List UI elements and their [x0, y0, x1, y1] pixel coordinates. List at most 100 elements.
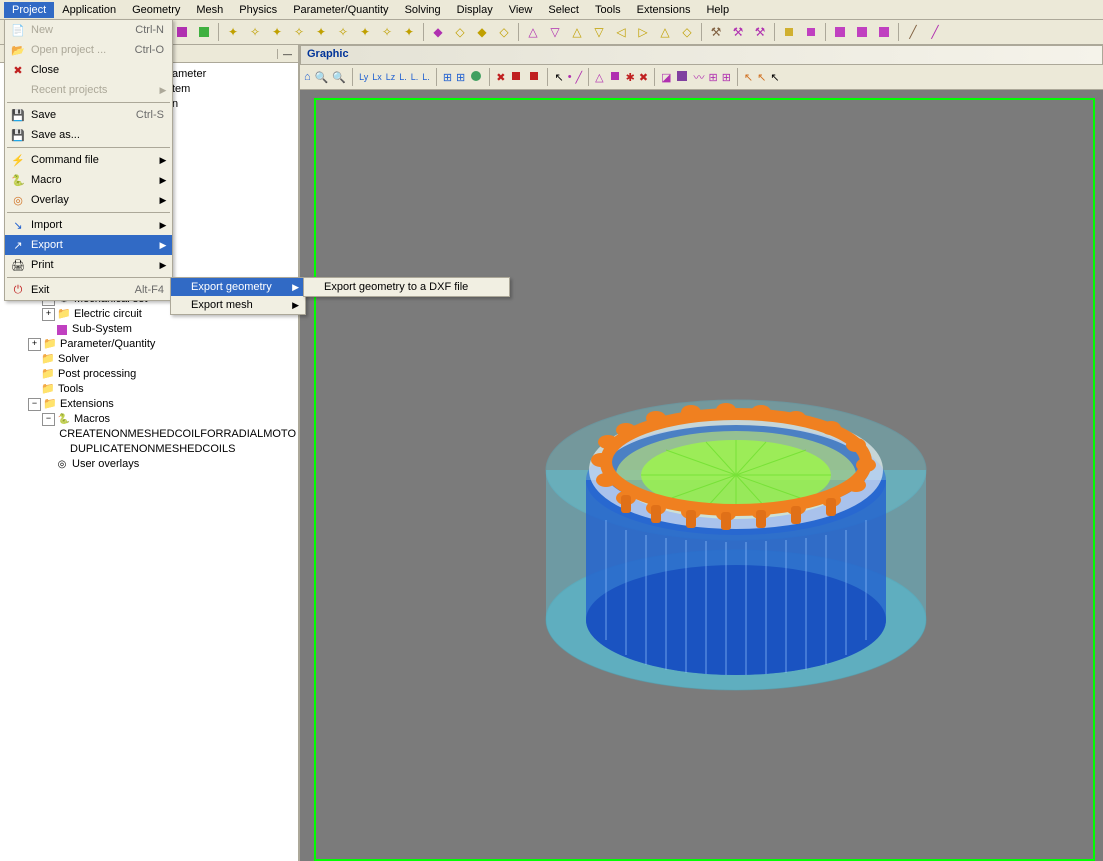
purple-shape2-button[interactable]: [675, 69, 689, 86]
toolbar-spark3[interactable]: ✦: [267, 22, 287, 42]
toolbar-line2[interactable]: ╱: [925, 22, 945, 42]
tree-macros[interactable]: −🐍Macros: [2, 412, 296, 427]
axis-lz-button[interactable]: Lz: [386, 72, 396, 82]
menu-print[interactable]: 🖨 Print ▶: [5, 255, 172, 275]
gridp2-button[interactable]: ⊞: [722, 71, 731, 84]
toolbar-shape2[interactable]: [194, 22, 214, 42]
gridp1-button[interactable]: ⊞: [708, 71, 717, 84]
toolbar-geom4[interactable]: ◇: [494, 22, 514, 42]
submenu-export-dxf[interactable]: Export geometry to a DXF file: [304, 278, 509, 296]
toolbar-tri5[interactable]: ◁: [611, 22, 631, 42]
purple-tri-button[interactable]: △: [595, 71, 603, 84]
view-home-button[interactable]: ⌂: [304, 71, 311, 83]
expand-icon[interactable]: +: [28, 338, 41, 351]
cross-button[interactable]: ✖: [639, 71, 648, 84]
menu-project[interactable]: Project: [4, 2, 54, 18]
grid1-button[interactable]: ⊞: [443, 71, 452, 84]
toolbar-geom3[interactable]: ◆: [472, 22, 492, 42]
purple-cube-button[interactable]: [608, 69, 622, 86]
toolbar-spark4[interactable]: ✧: [289, 22, 309, 42]
tree-extensions[interactable]: −Extensions: [2, 397, 296, 412]
menu-close[interactable]: ✖ Close: [5, 60, 172, 80]
menu-macro[interactable]: 🐍 Macro ▶: [5, 170, 172, 190]
toolbar-geom2[interactable]: ◇: [450, 22, 470, 42]
axis-lx-button[interactable]: Lx: [372, 72, 382, 82]
toolbar-box2[interactable]: [852, 22, 872, 42]
point-button[interactable]: •: [568, 71, 572, 83]
tree-macro-1[interactable]: CREATENONMESHEDCOILFORRADIALMOTO: [2, 427, 296, 442]
menu-solving[interactable]: Solving: [397, 2, 449, 18]
menu-select[interactable]: Select: [540, 2, 587, 18]
toolbar-spark6[interactable]: ✧: [333, 22, 353, 42]
menu-display[interactable]: Display: [449, 2, 501, 18]
submenu-export-mesh[interactable]: Export mesh ▶: [171, 296, 305, 314]
axis-l3-button[interactable]: L.: [422, 72, 430, 82]
menu-exit[interactable]: ⏻ Exit Alt-F4: [5, 280, 172, 300]
toolbar-hammer1[interactable]: ⚒: [706, 22, 726, 42]
collapse-left-panel-button[interactable]: —: [277, 49, 298, 59]
toolbar-cube1[interactable]: [779, 22, 799, 42]
menu-geometry[interactable]: Geometry: [124, 2, 188, 18]
tree-parameter-quantity[interactable]: +Parameter/Quantity: [2, 337, 296, 352]
menu-extensions[interactable]: Extensions: [629, 2, 699, 18]
purple-shape1-button[interactable]: ◪: [661, 71, 671, 84]
cancel-button[interactable]: ✖: [496, 71, 505, 84]
toolbar-shape1[interactable]: [172, 22, 192, 42]
axis-l2-button[interactable]: L.: [411, 72, 419, 82]
cursor3-button[interactable]: ↖: [770, 71, 779, 84]
toolbar-box1[interactable]: [830, 22, 850, 42]
toolbar-tri1[interactable]: △: [523, 22, 543, 42]
toolbar-tri4[interactable]: ▽: [589, 22, 609, 42]
menu-tools[interactable]: Tools: [587, 2, 629, 18]
toolbar-tri3[interactable]: △: [567, 22, 587, 42]
cursor1-button[interactable]: ↖: [744, 71, 753, 84]
toolbar-spark1[interactable]: ✦: [223, 22, 243, 42]
menu-new[interactable]: 📄 New Ctrl-N: [5, 20, 172, 40]
toolbar-hammer3[interactable]: ⚒: [750, 22, 770, 42]
collapse-icon[interactable]: −: [42, 413, 55, 426]
menu-command-file[interactable]: ⚡ Command file ▶: [5, 150, 172, 170]
toolbar-spark9[interactable]: ✦: [399, 22, 419, 42]
tree-macro-2[interactable]: DUPLICATENONMESHEDCOILS: [2, 442, 296, 457]
toolbar-geom1[interactable]: ◆: [428, 22, 448, 42]
red-cube2-button[interactable]: [527, 69, 541, 86]
submenu-export-geometry[interactable]: Export geometry ▶: [171, 278, 305, 296]
zoom-fit-button[interactable]: 🔍: [315, 71, 329, 84]
axis-ly-button[interactable]: Ly: [359, 72, 368, 82]
menu-overlay[interactable]: ◎ Overlay ▶: [5, 190, 172, 210]
menu-open-project[interactable]: 📂 Open project ... Ctrl-O: [5, 40, 172, 60]
toolbar-tri6[interactable]: ▷: [633, 22, 653, 42]
toolbar-cube2[interactable]: [801, 22, 821, 42]
toolbar-spark7[interactable]: ✦: [355, 22, 375, 42]
menu-parameter-quantity[interactable]: Parameter/Quantity: [285, 2, 396, 18]
menu-save-as[interactable]: 💾 Save as...: [5, 125, 172, 145]
menu-mesh[interactable]: Mesh: [188, 2, 231, 18]
axis-l1-button[interactable]: L.: [399, 72, 407, 82]
menu-export[interactable]: ↗ Export ▶: [5, 235, 172, 255]
red-cube1-button[interactable]: [509, 69, 523, 86]
grid2-button[interactable]: ⊞: [456, 71, 465, 84]
menu-help[interactable]: Help: [698, 2, 737, 18]
menu-recent-projects[interactable]: Recent projects ▶: [5, 80, 172, 100]
toolbar-spark8[interactable]: ✧: [377, 22, 397, 42]
zoom-button[interactable]: 🔍: [332, 71, 346, 84]
wave-button[interactable]: 〰: [693, 69, 704, 85]
collapse-icon[interactable]: −: [28, 398, 41, 411]
menu-physics[interactable]: Physics: [231, 2, 285, 18]
toolbar-spark5[interactable]: ✦: [311, 22, 331, 42]
menu-application[interactable]: Application: [54, 2, 124, 18]
tree-post-processing[interactable]: Post processing: [2, 367, 296, 382]
tree-sub-system[interactable]: Sub-System: [2, 322, 296, 337]
toolbar-spark2[interactable]: ✧: [245, 22, 265, 42]
tree-user-overlays[interactable]: ◎User overlays: [2, 457, 296, 472]
toolbar-hammer2[interactable]: ⚒: [728, 22, 748, 42]
select-arrow-button[interactable]: ↖: [554, 71, 563, 84]
toolbar-box3[interactable]: [874, 22, 894, 42]
viewport[interactable]: [300, 90, 1103, 861]
toolbar-tri2[interactable]: ▽: [545, 22, 565, 42]
expand-icon[interactable]: +: [42, 308, 55, 321]
tree-solver[interactable]: Solver: [2, 352, 296, 367]
toolbar-line1[interactable]: ╱: [903, 22, 923, 42]
cursor2-button[interactable]: ↖: [757, 71, 766, 84]
sphere-button[interactable]: [469, 69, 483, 86]
